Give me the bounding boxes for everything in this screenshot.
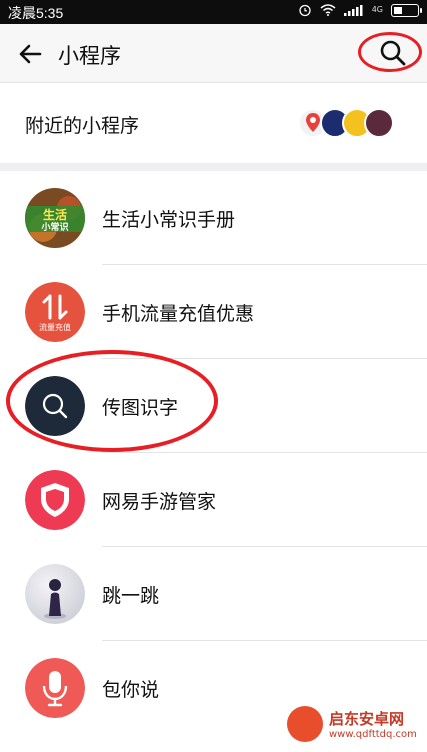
item-label: 跳一跳 <box>102 585 160 607</box>
list-item[interactable]: 流量充值 手机流量充值优惠 <box>0 265 427 359</box>
nearby-shop-icon <box>364 108 394 138</box>
item-label: 手机流量充值优惠 <box>102 303 255 325</box>
nearby-mini-programs-row[interactable]: 附近的小程序 <box>0 83 427 163</box>
nearby-icons-stack <box>298 108 394 138</box>
mini-program-list: 生活 小常识 生活小常识手册 流量充值 手机流量充值优惠 传图识字 网易手游管家… <box>0 171 427 735</box>
watermark-logo-icon <box>287 706 323 742</box>
signal-icon <box>343 5 363 16</box>
nav-header: 小程序 <box>0 24 427 83</box>
item-label: 包你说 <box>102 679 160 701</box>
data-topup-icon: 流量充值 <box>25 282 85 342</box>
jump-piece-icon <box>25 564 85 624</box>
shield-icon <box>25 470 85 530</box>
site-watermark: 启东安卓网 www.qdfttdq.com <box>287 700 423 750</box>
alarm-icon <box>299 4 311 17</box>
svg-text:流量充值: 流量充值 <box>39 322 71 332</box>
list-item[interactable]: 网易手游管家 <box>0 453 427 547</box>
svg-text:小常识: 小常识 <box>40 221 68 233</box>
life-tips-icon: 生活 小常识 <box>25 188 85 248</box>
item-label: 网易手游管家 <box>102 491 217 513</box>
wifi-icon <box>320 4 336 16</box>
search-icon[interactable] <box>377 37 409 69</box>
watermark-url: www.qdfttdq.com <box>329 729 417 740</box>
item-label: 传图识字 <box>102 397 179 419</box>
page-title: 小程序 <box>58 44 121 68</box>
nearby-label: 附近的小程序 <box>25 115 140 137</box>
list-item[interactable]: 跳一跳 <box>0 547 427 641</box>
svg-text:生活: 生活 <box>43 207 67 222</box>
watermark-name: 启东安卓网 <box>329 710 405 728</box>
status-icons: 4G <box>298 3 422 17</box>
status-bar: 凌晨5:35 4G <box>0 0 427 24</box>
image-ocr-search-icon <box>25 376 85 436</box>
battery-icon <box>391 3 422 17</box>
list-item[interactable]: 生活 小常识 生活小常识手册 <box>0 171 427 265</box>
microphone-icon <box>25 658 85 718</box>
network-type: 4G <box>371 5 383 14</box>
section-gap <box>0 163 427 171</box>
status-time: 凌晨5:35 <box>8 5 64 21</box>
item-label: 生活小常识手册 <box>102 209 236 231</box>
list-item[interactable]: 传图识字 <box>0 359 427 453</box>
back-arrow-icon[interactable] <box>16 40 44 68</box>
